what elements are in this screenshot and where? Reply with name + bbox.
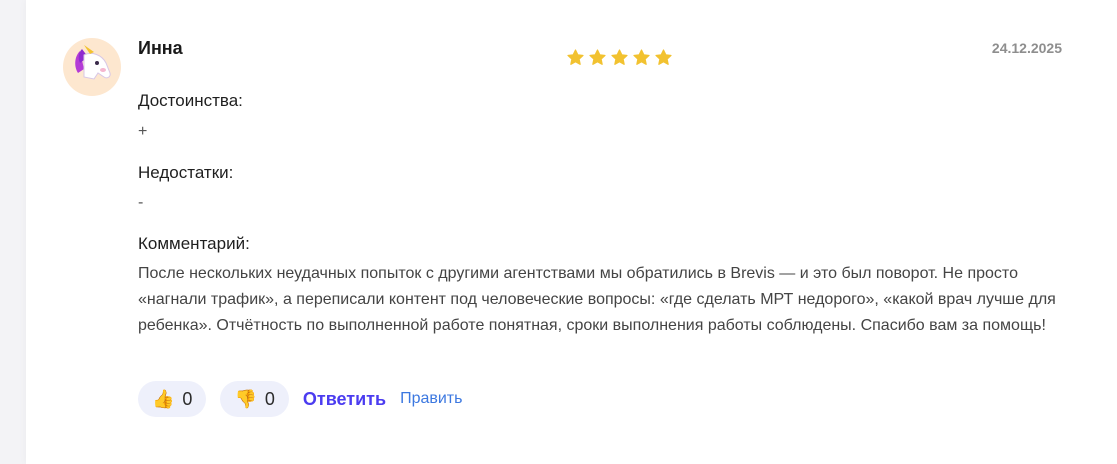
unicorn-icon bbox=[70, 43, 114, 92]
comment-text: После нескольких неудачных попыток с дру… bbox=[138, 265, 1056, 334]
dislike-button[interactable]: 👎 0 bbox=[220, 381, 289, 417]
like-count: 0 bbox=[182, 388, 193, 409]
star-icon bbox=[654, 48, 673, 67]
star-icon bbox=[632, 48, 651, 67]
dislike-count: 0 bbox=[264, 388, 275, 409]
review-card: Инна 24.12.2025 Достоинства: + Недостатк… bbox=[26, 0, 1117, 464]
pros-label: Достоинства: bbox=[138, 91, 243, 110]
reply-button[interactable]: Ответить bbox=[303, 389, 386, 410]
cons-value: - bbox=[138, 194, 144, 211]
avatar bbox=[63, 38, 121, 96]
star-icon bbox=[566, 48, 585, 67]
edit-button[interactable]: Править bbox=[400, 390, 462, 408]
like-button[interactable]: 👍 0 bbox=[138, 381, 207, 417]
star-icon bbox=[588, 48, 607, 67]
review-date: 24.12.2025 bbox=[991, 40, 1062, 56]
review-actions: 👍 0 👎 0 Ответить Править bbox=[138, 381, 462, 417]
rating-stars bbox=[566, 48, 673, 67]
pros-value: + bbox=[138, 123, 148, 140]
thumbs-down-icon: 👎 bbox=[234, 389, 257, 409]
star-icon bbox=[610, 48, 629, 67]
cons-label: Недостатки: bbox=[138, 163, 234, 182]
thumbs-up-icon: 👍 bbox=[152, 389, 175, 409]
comment-label: Комментарий: bbox=[138, 234, 250, 253]
review-author: Инна bbox=[138, 38, 183, 58]
